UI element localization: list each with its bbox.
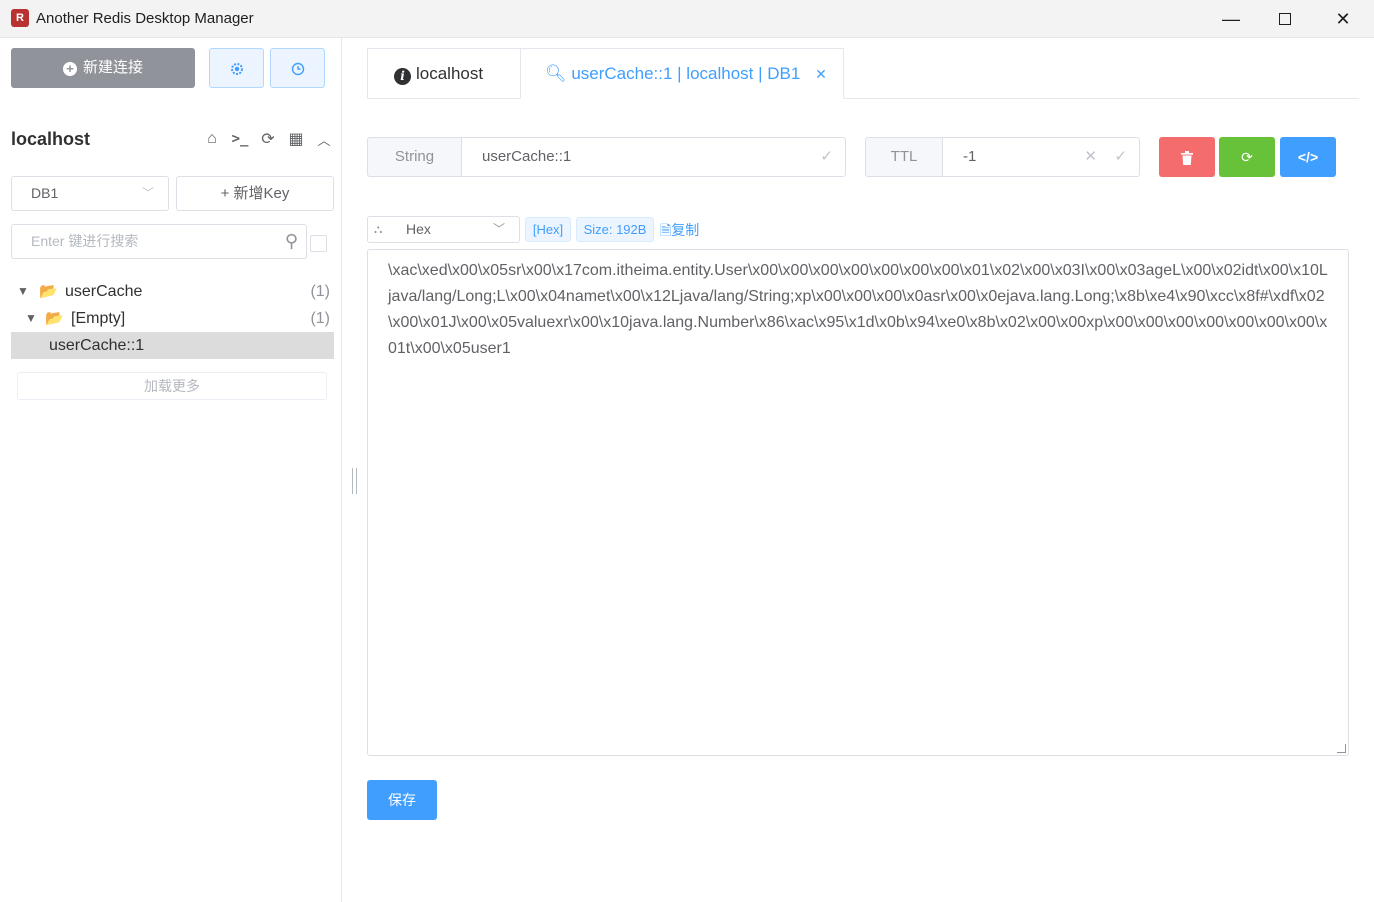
search-icon[interactable]: ⚲ bbox=[285, 225, 298, 258]
history-button[interactable] bbox=[270, 48, 325, 88]
connection-name[interactable]: localhost bbox=[11, 129, 90, 150]
tab-key-detail[interactable]: 🔍︎ userCache::1 | localhost | DB1 ✕ bbox=[520, 48, 844, 99]
refresh-key-button[interactable]: ⟳ bbox=[1219, 137, 1275, 177]
tree-item-label: userCache bbox=[65, 283, 143, 300]
tree-item-count: (1) bbox=[310, 283, 330, 300]
new-connection-label: 新建连接 bbox=[82, 59, 143, 76]
clock-icon bbox=[291, 63, 304, 76]
tree-key-usercache-1[interactable]: userCache::1 bbox=[11, 332, 334, 359]
window-title: Another Redis Desktop Manager bbox=[36, 10, 254, 27]
key-name-input[interactable]: userCache::1 ✓ bbox=[461, 137, 846, 177]
tree-folder-usercache[interactable]: ▼ 📂 userCache (1) bbox=[11, 278, 334, 305]
connection-actions: ⌂ >_ ⟳ ▦ ︿ bbox=[202, 129, 334, 149]
tree-item-count: (1) bbox=[310, 310, 330, 327]
clear-icon[interactable]: ✕ bbox=[1084, 138, 1097, 176]
chevron-up-icon[interactable]: ︿ bbox=[314, 130, 334, 149]
copy-button[interactable]: 🗎复制 bbox=[660, 220, 699, 244]
format-tag: [Hex] bbox=[525, 217, 571, 242]
exact-search-checkbox[interactable] bbox=[310, 235, 327, 252]
grid-icon[interactable]: ▦ bbox=[286, 129, 306, 149]
tab-localhost[interactable]: i localhost bbox=[367, 48, 520, 99]
folder-open-icon: 📂 bbox=[45, 310, 64, 327]
copy-label: 复制 bbox=[671, 222, 700, 238]
db-select-value: DB1 bbox=[31, 185, 59, 201]
sidebar: + 新建连接 localhost ⌂ >_ ⟳ ▦ ︿ DB1 ﹀ + 新增Key… bbox=[0, 38, 342, 902]
key-tree: ▼ 📂 userCache (1) ▼ 📂 [Empty] (1) userCa… bbox=[11, 278, 334, 359]
tree-folder-empty[interactable]: ▼ 📂 [Empty] (1) bbox=[11, 305, 334, 332]
app-logo-icon: R bbox=[11, 9, 29, 27]
tab-label: userCache::1 | localhost | DB1 bbox=[571, 64, 801, 83]
value-text: \xac\xed\x00\x05sr\x00\x17com.itheima.en… bbox=[388, 262, 1328, 357]
key-icon: 🔍︎ bbox=[545, 64, 567, 83]
load-more-button[interactable]: 加载更多 bbox=[17, 372, 327, 400]
maximize-button[interactable] bbox=[1258, 0, 1312, 38]
folder-open-icon: 📂 bbox=[39, 283, 58, 300]
tab-label: localhost bbox=[416, 64, 484, 83]
chevron-down-icon: ﹀ bbox=[492, 222, 505, 236]
check-icon[interactable]: ✓ bbox=[820, 138, 833, 176]
settings-button[interactable] bbox=[209, 48, 264, 88]
format-value: Hex bbox=[406, 221, 431, 237]
code-icon: </> bbox=[1297, 149, 1319, 165]
save-button[interactable]: 保存 bbox=[367, 780, 437, 820]
ttl-input[interactable]: -1 ✕ ✓ bbox=[942, 137, 1140, 177]
ttl-label: TTL bbox=[865, 137, 943, 177]
search-placeholder: Enter 键进行搜索 bbox=[31, 233, 139, 249]
document-icon: 🗎 bbox=[660, 222, 672, 238]
key-search-input[interactable]: Enter 键进行搜索 ⚲ bbox=[11, 224, 307, 259]
size-tag: Size: 192B bbox=[576, 217, 654, 242]
pane-splitter[interactable] bbox=[352, 468, 357, 494]
chevron-down-icon: ﹀ bbox=[141, 186, 154, 200]
refresh-icon: ⟳ bbox=[1241, 149, 1253, 165]
terminal-icon[interactable]: >_ bbox=[230, 131, 250, 147]
home-icon[interactable]: ⌂ bbox=[202, 130, 222, 148]
key-type-label: String bbox=[367, 137, 462, 177]
gear-icon bbox=[230, 63, 243, 76]
tree-item-label: [Empty] bbox=[71, 310, 126, 327]
close-tab-icon[interactable]: ✕ bbox=[815, 66, 827, 82]
dump-command-button[interactable]: </> bbox=[1280, 137, 1336, 177]
key-name-value: userCache::1 bbox=[482, 148, 572, 165]
trash-icon bbox=[1181, 151, 1193, 166]
format-select[interactable]: ⛬ Hex ﹀ bbox=[367, 216, 520, 243]
value-textarea[interactable]: \xac\xed\x00\x05sr\x00\x17com.itheima.en… bbox=[367, 249, 1349, 756]
caret-down-icon[interactable]: ▼ bbox=[17, 278, 29, 305]
maximize-icon bbox=[1279, 12, 1291, 25]
minimize-button[interactable]: — bbox=[1204, 0, 1258, 38]
refresh-icon[interactable]: ⟳ bbox=[258, 129, 278, 149]
db-select[interactable]: DB1 ﹀ bbox=[11, 176, 169, 211]
close-window-button[interactable]: ✕ bbox=[1316, 0, 1370, 38]
plus-circle-icon: + bbox=[62, 62, 77, 76]
ttl-value: -1 bbox=[963, 148, 977, 165]
check-icon[interactable]: ✓ bbox=[1114, 138, 1127, 176]
info-icon: i bbox=[394, 68, 411, 85]
caret-down-icon[interactable]: ▼ bbox=[25, 305, 37, 332]
new-key-button[interactable]: + 新增Key bbox=[176, 176, 334, 211]
new-connection-button[interactable]: + 新建连接 bbox=[11, 48, 195, 88]
sitemap-icon: ⛬ bbox=[374, 222, 383, 236]
tree-item-label: userCache::1 bbox=[49, 337, 145, 354]
delete-key-button[interactable] bbox=[1159, 137, 1215, 177]
title-bar: R Another Redis Desktop Manager — ✕ bbox=[0, 0, 1374, 38]
tabs-bar: i localhost 🔍︎ userCache::1 | localhost |… bbox=[367, 48, 1359, 99]
resize-handle-icon[interactable] bbox=[1337, 744, 1346, 753]
